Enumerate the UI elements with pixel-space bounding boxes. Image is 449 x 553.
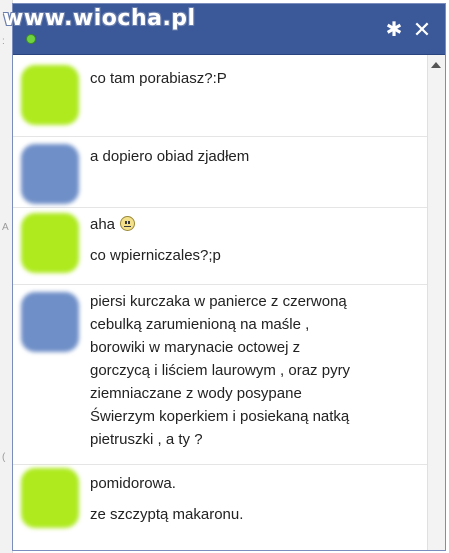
message-text: pomidorowa.: [90, 475, 176, 492]
message-text: pietruszki , a ty ?: [90, 431, 203, 448]
avatar[interactable]: [21, 213, 79, 273]
message: a dopiero obiad zjadłem: [13, 136, 428, 208]
scroll-up-arrow-icon[interactable]: [431, 62, 441, 68]
online-status-icon: [26, 34, 36, 44]
avatar[interactable]: [21, 292, 79, 352]
message: piersi kurczaka w panierce z czerwoną ce…: [13, 284, 428, 465]
edge-mark: (: [2, 452, 6, 463]
message-text: a dopiero obiad zjadłem: [90, 148, 250, 165]
message-text: co tam porabiasz?:P: [90, 70, 227, 87]
chat-window: www.wiocha.pl ✱ ✕ co tam porabiasz?:P a …: [3, 3, 446, 551]
message-line: aha: [90, 213, 422, 236]
message-text: aha: [90, 216, 116, 233]
avatar[interactable]: [21, 144, 79, 204]
message-text: co wpierniczales?;p: [90, 247, 221, 264]
message-text: cebulką zarumienioną na maśle ,: [90, 316, 310, 333]
scrollbar[interactable]: [427, 55, 445, 550]
message-text: ziemniaczane z wody posypane: [90, 385, 302, 402]
avatar[interactable]: [21, 468, 79, 528]
chat-titlebar: www.wiocha.pl ✱ ✕: [3, 4, 445, 55]
message-text: ze szczyptą makaronu.: [90, 506, 244, 523]
gear-icon[interactable]: ✱: [381, 17, 407, 43]
smiley-icon: [120, 216, 136, 231]
edge-mark: A: [2, 222, 9, 233]
message: co tam porabiasz?:P: [13, 55, 428, 137]
edge-mark: :: [2, 36, 5, 47]
watermark: www.wiocha.pl: [3, 6, 196, 31]
message: aha co wpierniczales?;p: [13, 207, 428, 285]
message: pomidorowa. ze szczyptą makaronu.: [13, 464, 428, 544]
avatar[interactable]: [21, 65, 79, 125]
chat-conversation: co tam porabiasz?:P a dopiero obiad zjad…: [13, 55, 428, 550]
message-text: gorczycą i liściem laurowym , oraz pyry: [90, 362, 351, 379]
message-text: borowiki w marynacie octowej z: [90, 339, 301, 356]
close-icon[interactable]: ✕: [409, 17, 435, 43]
message-text: Świerzym koperkiem i posiekaną natką: [90, 408, 350, 425]
message-text: piersi kurczaka w panierce z czerwoną: [90, 293, 347, 310]
